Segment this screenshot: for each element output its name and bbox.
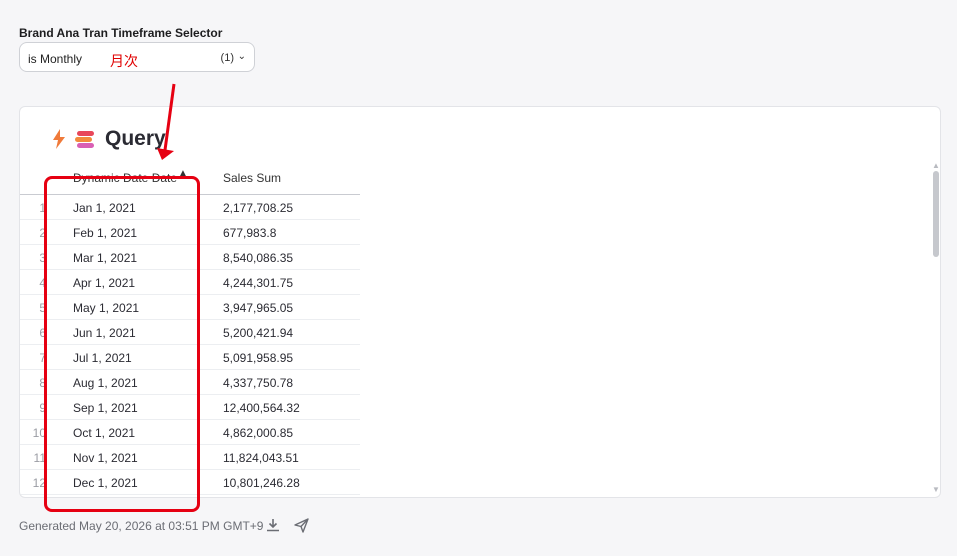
row-number: 3 (39, 251, 46, 265)
sales-cell: 10,801,246.28 (223, 476, 300, 490)
row-number: 9 (39, 401, 46, 415)
sales-cell: 12,400,564.32 (223, 401, 300, 415)
row-number: 11 (33, 451, 46, 465)
row-number: 12 (32, 476, 46, 490)
send-icon[interactable] (294, 518, 309, 533)
row-number: 2 (39, 226, 46, 240)
scrollbar-thumb[interactable] (933, 171, 939, 257)
bolt-icon (53, 129, 65, 149)
vertical-scrollbar[interactable]: ▲ ▼ (931, 161, 940, 497)
sales-cell: 677,983.8 (223, 226, 277, 240)
sales-cell: 4,244,301.75 (223, 276, 294, 290)
filter-value: is Monthly (28, 52, 83, 66)
card-title: Query (105, 127, 166, 150)
row-number: 4 (39, 276, 46, 290)
sales-cell: 3,947,965.05 (223, 301, 294, 315)
sales-cell: 5,091,958.95 (223, 351, 294, 365)
row-number: 8 (39, 376, 46, 390)
generated-timestamp: Generated May 20, 2026 at 03:51 PM GMT+9 (19, 519, 264, 533)
scroll-up-icon[interactable]: ▲ (932, 161, 940, 170)
row-number: 10 (32, 426, 46, 440)
row-number: 1 (39, 201, 46, 215)
scroll-down-icon[interactable]: ▼ (932, 485, 940, 494)
row-number: 7 (39, 351, 46, 365)
filter-label: Brand Ana Tran Timeframe Selector (19, 26, 223, 40)
column-header-sales[interactable]: Sales Sum (223, 171, 281, 185)
filter-count-badge: (1) (220, 52, 234, 64)
download-icon[interactable] (266, 518, 280, 532)
timeframe-filter-dropdown[interactable]: is Monthly 月次 (1) ⌄ (19, 42, 255, 72)
sales-cell: 8,540,086.35 (223, 251, 294, 265)
sales-cell: 5,200,421.94 (223, 326, 294, 340)
sales-cell: 4,337,750.78 (223, 376, 294, 390)
annotation-text: 月次 (110, 53, 138, 69)
stack-icon (75, 131, 94, 148)
sales-cell: 11,824,043.51 (223, 451, 299, 465)
chevron-down-icon: ⌄ (237, 51, 246, 62)
sales-cell: 2,177,708.25 (223, 201, 294, 215)
sales-cell: 4,862,000.85 (223, 426, 294, 440)
row-number: 5 (39, 301, 46, 315)
annotation-highlight-box (44, 176, 200, 512)
row-number: 6 (39, 326, 46, 340)
